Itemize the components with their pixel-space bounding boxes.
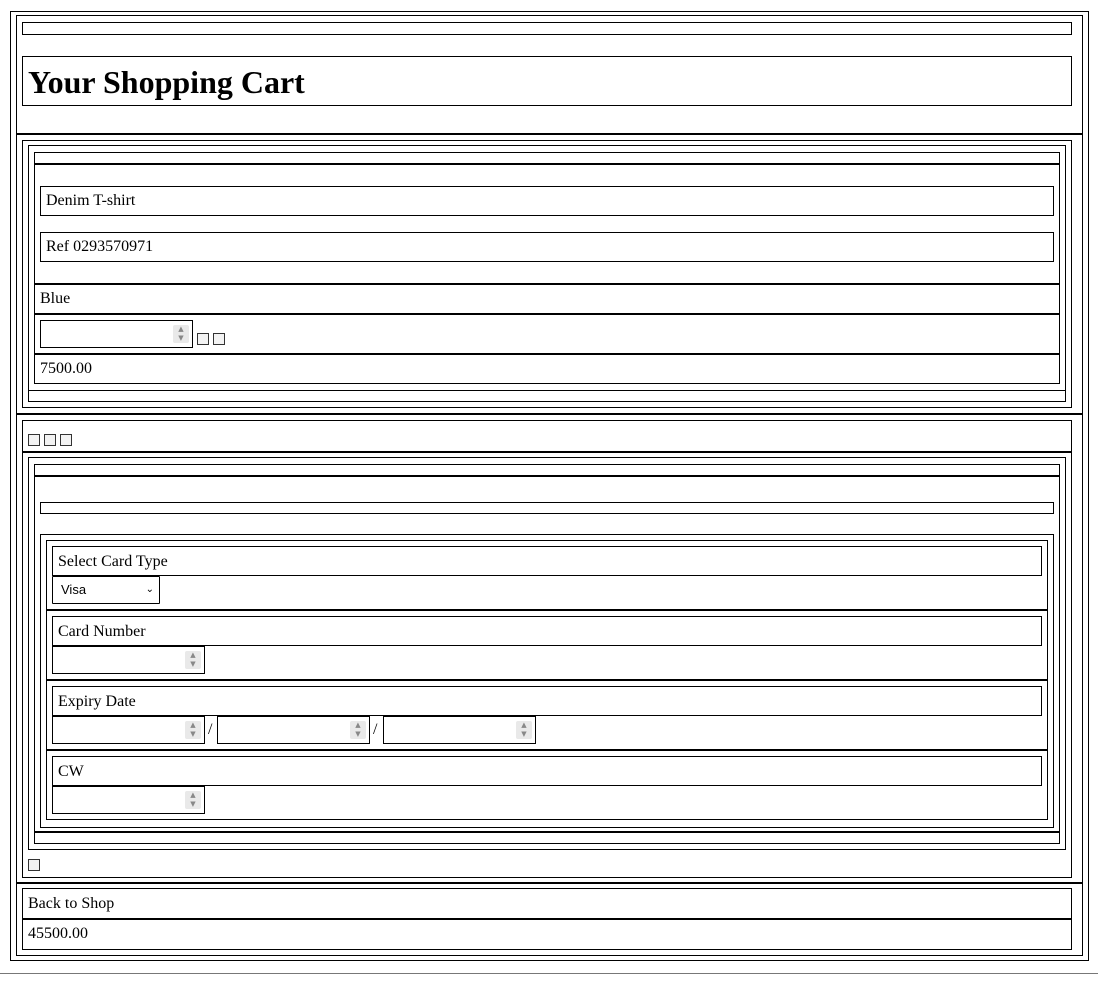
expiry-divider [46, 749, 1048, 751]
card-number-label-box [52, 616, 1042, 646]
chevron-down-icon: ⌄ [145, 584, 154, 595]
card-number-label: Card Number [58, 623, 146, 640]
cart-item-divider [34, 163, 1060, 165]
payment-form-spacer-bar [40, 502, 1054, 514]
increase-quantity-button[interactable] [197, 333, 209, 345]
payment-section-divider [16, 882, 1083, 884]
card-number-divider [46, 679, 1048, 681]
item-color-divider [34, 283, 1060, 285]
payment-form-divider [34, 475, 1060, 477]
card-type-label: Select Card Type [58, 553, 168, 570]
cvv-label: CW [58, 763, 84, 780]
spin-arrows-icon[interactable]: ▲ ▼ [185, 651, 201, 669]
page-title: Your Shopping Cart [28, 64, 305, 100]
cart-items-bottom-bar [28, 390, 1066, 402]
expiry-year-input[interactable]: ▲ ▼ [383, 716, 536, 744]
expiry-label: Expiry Date [58, 693, 136, 710]
payment-toolbar-divider [22, 451, 1072, 453]
item-color: Blue [40, 290, 71, 307]
expiry-label-box [52, 686, 1042, 716]
item-quantity-divider [34, 313, 1060, 315]
item-price: 7500.00 [40, 360, 92, 377]
header-divider [16, 133, 1083, 135]
spin-arrows-icon[interactable]: ▲ ▼ [350, 721, 366, 739]
item-name: Denim T-shirt [46, 192, 136, 209]
spin-arrows-icon[interactable]: ▲ ▼ [516, 721, 532, 739]
back-to-shop-link[interactable]: Back to Shop [28, 894, 114, 914]
card-type-select[interactable]: Visa ⌄ [52, 576, 160, 604]
cart-section-divider [16, 413, 1083, 415]
option-button-3[interactable] [60, 434, 72, 446]
decrease-quantity-button[interactable] [213, 333, 225, 345]
item-price-divider [34, 353, 1060, 355]
item-ref-box [40, 232, 1054, 262]
card-type-divider [46, 609, 1048, 611]
header-top-bar [22, 22, 1072, 35]
spin-arrows-icon[interactable]: ▲ ▼ [185, 721, 201, 739]
spin-arrows-icon[interactable]: ▲ ▼ [185, 791, 201, 809]
cvv-label-box [52, 756, 1042, 786]
cart-total: 45500.00 [28, 925, 88, 942]
spin-arrows-icon[interactable]: ▲ ▼ [173, 325, 189, 343]
expiry-day-input[interactable]: ▲ ▼ [52, 716, 205, 744]
card-number-input[interactable]: ▲ ▼ [52, 646, 205, 674]
submit-payment-button[interactable] [28, 859, 40, 871]
payment-form-bottom-divider [34, 831, 1060, 833]
expiry-separator: / [208, 721, 213, 738]
page-bottom-rule [0, 973, 1098, 974]
option-button-1[interactable] [28, 434, 40, 446]
item-name-box [40, 186, 1054, 216]
expiry-separator: / [373, 721, 378, 738]
card-type-label-box [52, 546, 1042, 576]
expiry-month-input[interactable]: ▲ ▼ [217, 716, 370, 744]
footer-divider [22, 918, 1072, 920]
item-ref: Ref 0293570971 [46, 238, 154, 255]
item-quantity-input[interactable]: ▲ ▼ [40, 320, 193, 348]
option-button-2[interactable] [44, 434, 56, 446]
cvv-input[interactable]: ▲ ▼ [52, 786, 205, 814]
card-type-value: Visa [61, 582, 87, 597]
